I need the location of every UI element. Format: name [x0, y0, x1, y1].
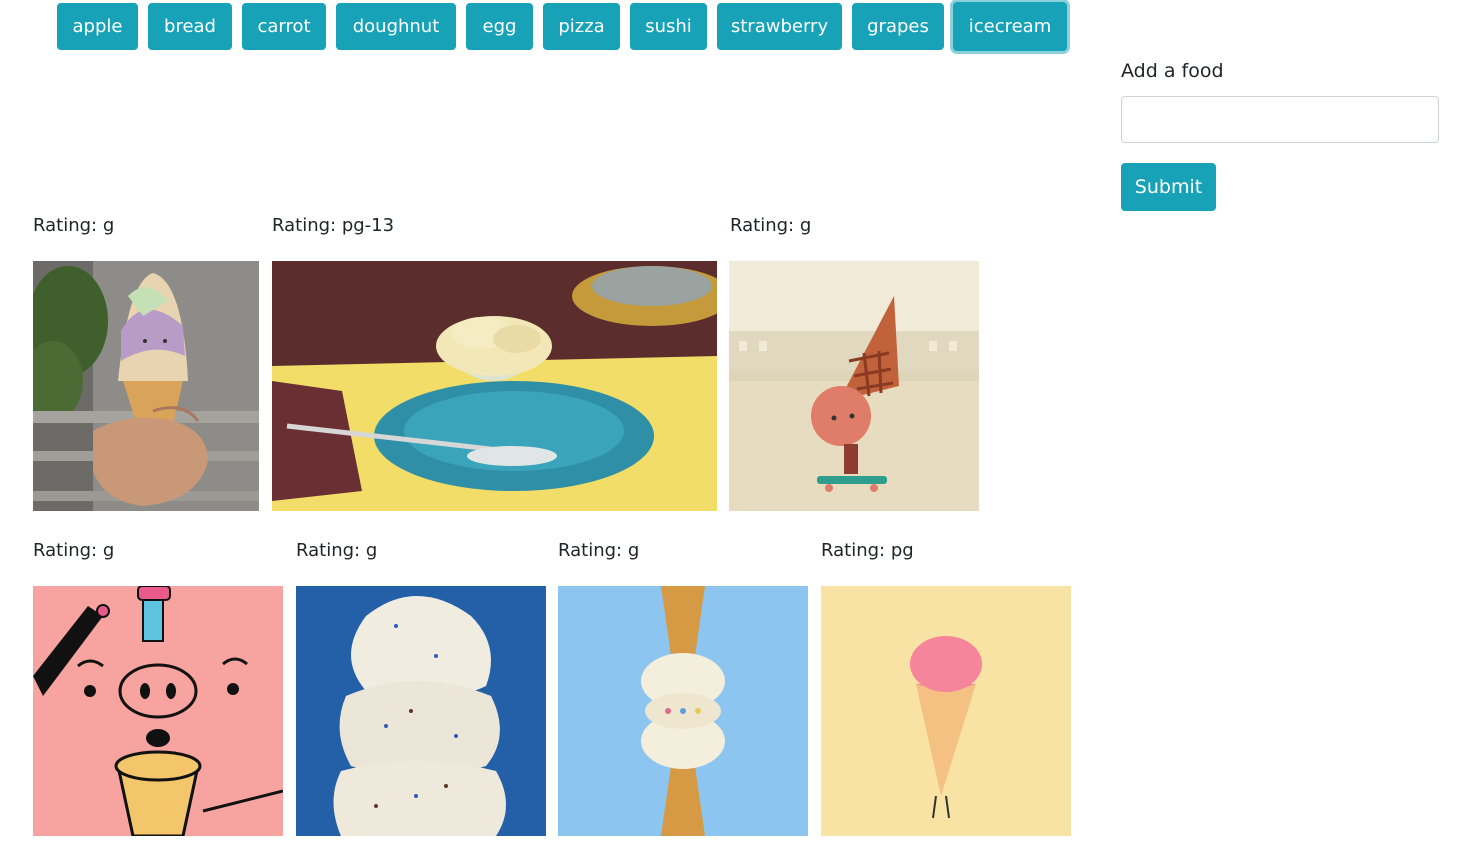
food-button-pizza[interactable]: pizza: [543, 3, 620, 50]
gif-image[interactable]: [33, 586, 283, 836]
gif-image[interactable]: [33, 261, 259, 511]
food-button-egg[interactable]: egg: [466, 3, 533, 50]
food-button-grapes[interactable]: grapes: [852, 3, 944, 50]
gif-rating: Rating: pg: [821, 540, 914, 561]
gif-rating: Rating: g: [33, 215, 115, 236]
submit-button[interactable]: Submit: [1121, 163, 1216, 211]
gif-rating: Rating: pg-13: [272, 215, 395, 236]
gif-rating: Rating: g: [730, 215, 812, 236]
food-button-strawberry[interactable]: strawberry: [717, 3, 842, 50]
gif-rating: Rating: g: [296, 540, 378, 561]
add-food-input[interactable]: [1121, 96, 1439, 143]
gif-image[interactable]: [296, 586, 546, 836]
food-button-icecream[interactable]: icecream: [953, 2, 1067, 51]
food-button-carrot[interactable]: carrot: [242, 3, 326, 50]
food-button-sushi[interactable]: sushi: [630, 3, 707, 50]
gif-rating: Rating: g: [33, 540, 115, 561]
add-food-label: Add a food: [1121, 60, 1224, 82]
gif-image[interactable]: [558, 586, 808, 836]
gif-image[interactable]: [821, 586, 1071, 836]
food-button-apple[interactable]: apple: [57, 3, 138, 50]
food-button-doughnut[interactable]: doughnut: [336, 3, 456, 50]
food-button-bread[interactable]: bread: [148, 3, 232, 50]
gif-image[interactable]: [729, 261, 979, 511]
gif-rating: Rating: g: [558, 540, 640, 561]
gif-image[interactable]: [272, 261, 717, 511]
